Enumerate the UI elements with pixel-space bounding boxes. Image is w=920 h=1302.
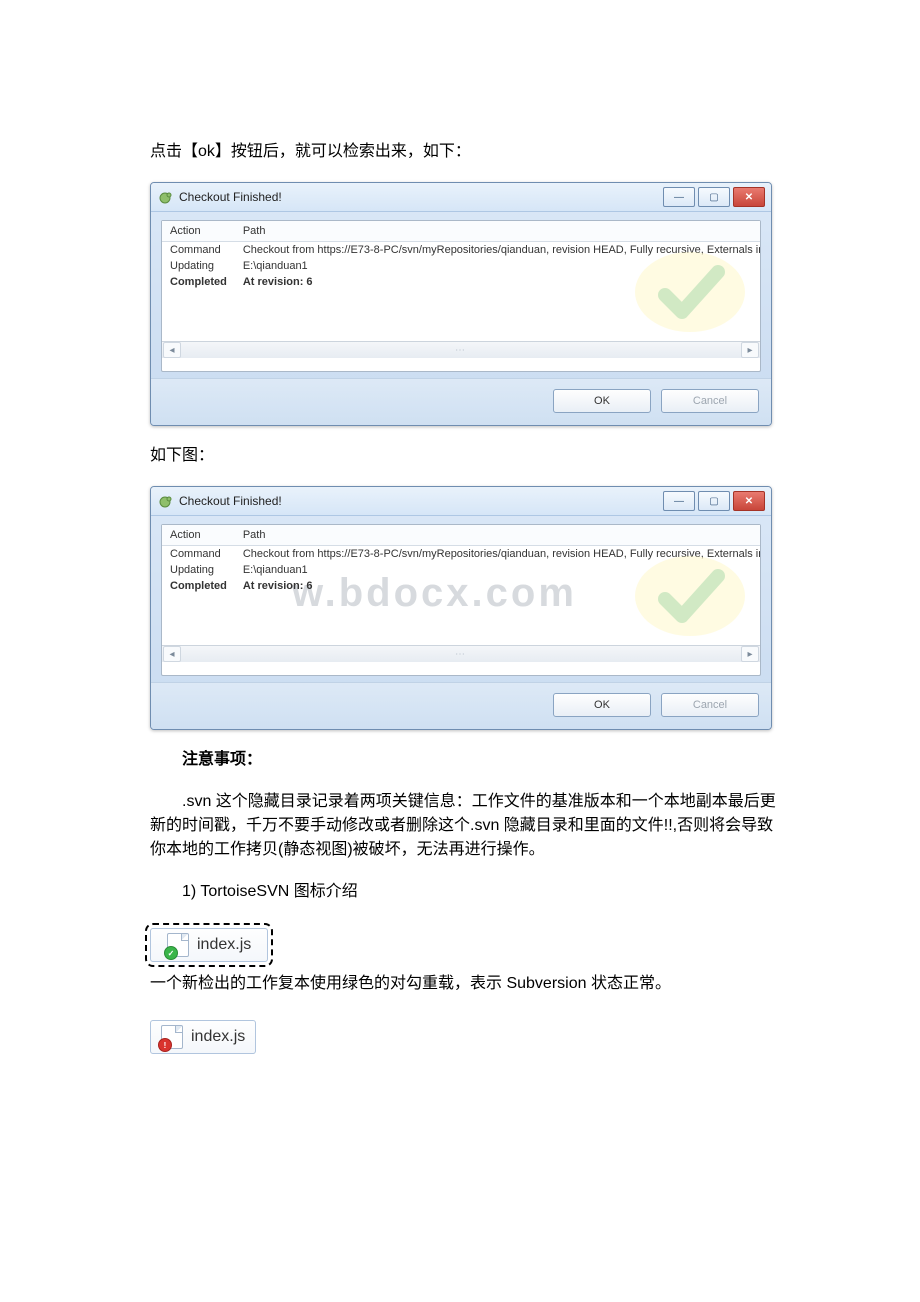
table-row: Updating E:\qianduan1 — [162, 258, 760, 274]
overlay-modified-icon: ! — [158, 1038, 172, 1052]
maximize-button[interactable]: ▢ — [698, 187, 730, 207]
tortoise-icon — [157, 493, 173, 509]
caption-normal: 一个新检出的工作复本使用绿色的对勾重载，表示 Subversion 状态正常。 — [150, 972, 780, 996]
section-1-heading: 1) TortoiseSVN 图标介绍 — [150, 880, 780, 904]
table-row: Command Checkout from https://E73-8-PC/s… — [162, 546, 760, 563]
file-item-normal: ✓ index.js — [150, 928, 268, 962]
scroll-left-icon[interactable]: ◂ — [163, 646, 181, 662]
table-row: Completed At revision: 6 — [162, 578, 760, 594]
intro-text-1: 点击【ok】按钮后，就可以检索出来，如下： — [150, 140, 780, 164]
table-row: Command Checkout from https://E73-8-PC/s… — [162, 242, 760, 259]
maximize-button[interactable]: ▢ — [698, 491, 730, 511]
minimize-button[interactable]: — — [663, 491, 695, 511]
notes-heading: 注意事项： — [150, 748, 780, 772]
scroll-right-icon[interactable]: ▸ — [741, 646, 759, 662]
close-button[interactable]: ✕ — [733, 491, 765, 511]
h-scrollbar[interactable]: ◂ ⋯ ▸ — [162, 645, 760, 662]
ok-button[interactable]: OK — [553, 389, 651, 413]
scroll-track[interactable]: ⋯ — [182, 649, 740, 660]
col-path: Path — [235, 221, 760, 242]
intro-text-2: 如下图： — [150, 444, 780, 468]
titlebar: Checkout Finished! — ▢ ✕ — [151, 487, 771, 516]
cancel-button[interactable]: Cancel — [661, 693, 759, 717]
scroll-left-icon[interactable]: ◂ — [163, 342, 181, 358]
file-name: index.js — [191, 1028, 245, 1046]
minimize-button[interactable]: — — [663, 187, 695, 207]
file-name: index.js — [197, 936, 251, 954]
table-row: Completed At revision: 6 — [162, 274, 760, 290]
dialog-title: Checkout Finished! — [179, 190, 660, 204]
cancel-button[interactable]: Cancel — [661, 389, 759, 413]
dialog-title: Checkout Finished! — [179, 494, 660, 508]
table-row: Updating E:\qianduan1 — [162, 562, 760, 578]
notes-body: .svn 这个隐藏目录记录着两项关键信息：工作文件的基准版本和一个本地副本最后更… — [150, 790, 780, 862]
log-panel: Action Path Command Checkout from https:… — [161, 220, 761, 372]
log-panel: w.bdocx.com Action Path Comman — [161, 524, 761, 676]
titlebar: Checkout Finished! — ▢ ✕ — [151, 183, 771, 212]
scroll-track[interactable]: ⋯ — [182, 345, 740, 356]
ok-button[interactable]: OK — [553, 693, 651, 717]
file-item-modified: ! index.js — [150, 1020, 256, 1054]
col-action: Action — [162, 525, 235, 546]
overlay-normal-icon: ✓ — [164, 946, 178, 960]
h-scrollbar[interactable]: ◂ ⋯ ▸ — [162, 341, 760, 358]
checkout-dialog-2: Checkout Finished! — ▢ ✕ w.bdocx.com Act… — [150, 486, 772, 730]
scroll-right-icon[interactable]: ▸ — [741, 342, 759, 358]
file-icon: ! — [161, 1025, 183, 1049]
col-path: Path — [235, 525, 760, 546]
close-button[interactable]: ✕ — [733, 187, 765, 207]
checkout-dialog-1: Checkout Finished! — ▢ ✕ Action Path — [150, 182, 772, 426]
tortoise-icon — [157, 189, 173, 205]
col-action: Action — [162, 221, 235, 242]
file-icon: ✓ — [167, 933, 189, 957]
